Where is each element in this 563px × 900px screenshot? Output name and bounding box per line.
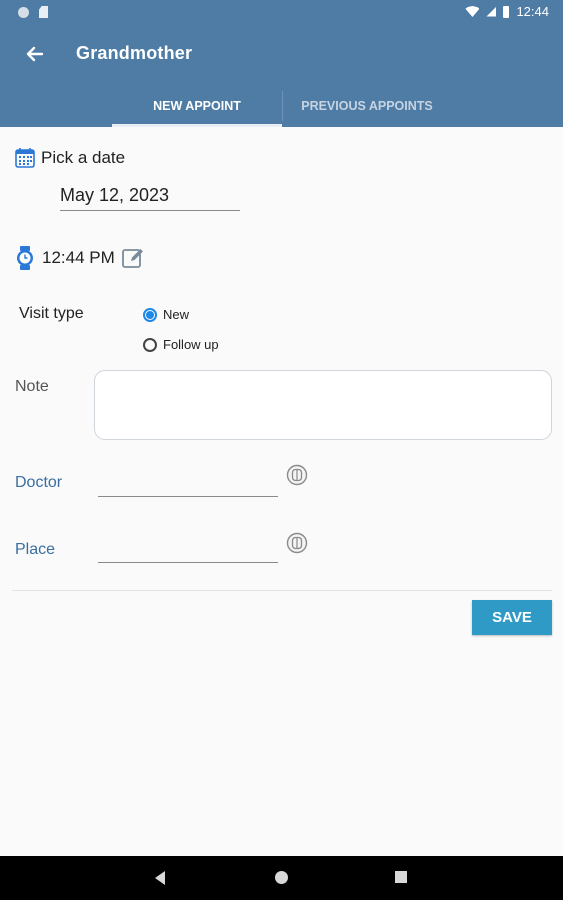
doctor-contact-picker-icon[interactable] [286,464,308,486]
tab-previous-appoints[interactable]: PREVIOUS APPOINTS [283,85,451,127]
app-bar: Grandmother NEW APPOINT PREVIOUS APPOINT… [0,25,563,127]
active-tab-indicator [112,124,282,127]
calendar-icon [15,148,35,168]
signal-icon [486,6,497,17]
battery-icon [503,5,510,18]
status-bar: 12:44 [0,0,563,25]
doctor-label: Doctor [15,474,63,491]
place-label: Place [15,541,56,558]
radio-selected-icon [143,307,157,322]
visit-type-follow-up-label: Follow up [163,337,219,352]
back-button[interactable] [20,39,50,69]
nav-home-icon[interactable] [275,871,288,884]
tab-bar: NEW APPOINT PREVIOUS APPOINTS [0,85,563,127]
watch-icon [17,246,33,270]
nav-recents-icon[interactable] [395,871,407,883]
time-row: 12:44 PM [14,245,145,271]
doctor-input[interactable] [98,470,278,497]
status-left-icons [18,6,48,18]
edit-icon[interactable] [121,246,145,270]
system-nav-bar [0,856,563,900]
notification-dot-icon [18,6,29,18]
note-input[interactable] [94,370,552,440]
tab-previous-appoints-label: PREVIOUS APPOINTS [301,99,433,113]
save-button[interactable]: SAVE [472,600,552,635]
note-label: Note [15,378,49,395]
tab-new-appoint[interactable]: NEW APPOINT [112,85,282,127]
tab-new-appoint-label: NEW APPOINT [153,99,241,113]
visit-type-new-label: New [163,307,190,322]
status-right-icons: 12:44 [465,4,549,19]
back-arrow-icon [26,46,44,62]
date-field[interactable]: May 12, 2023 [60,180,240,211]
pick-date-label: Pick a date [41,147,126,167]
form-divider [12,590,552,591]
sd-card-icon [39,6,48,18]
pick-date-row: Pick a date [15,147,125,168]
place-contact-picker-icon[interactable] [286,532,308,554]
visit-type-new-radio[interactable]: New [143,307,189,322]
visit-type-follow-up-radio[interactable]: Follow up [143,337,219,352]
radio-unselected-icon [143,337,157,352]
nav-back-icon[interactable] [155,871,165,885]
status-time: 12:44 [516,4,549,19]
time-value: 12:44 PM [42,248,115,267]
page-title: Grandmother [76,43,193,63]
visit-type-label: Visit type [19,305,84,322]
wifi-icon [465,6,480,17]
place-input[interactable] [98,536,278,563]
